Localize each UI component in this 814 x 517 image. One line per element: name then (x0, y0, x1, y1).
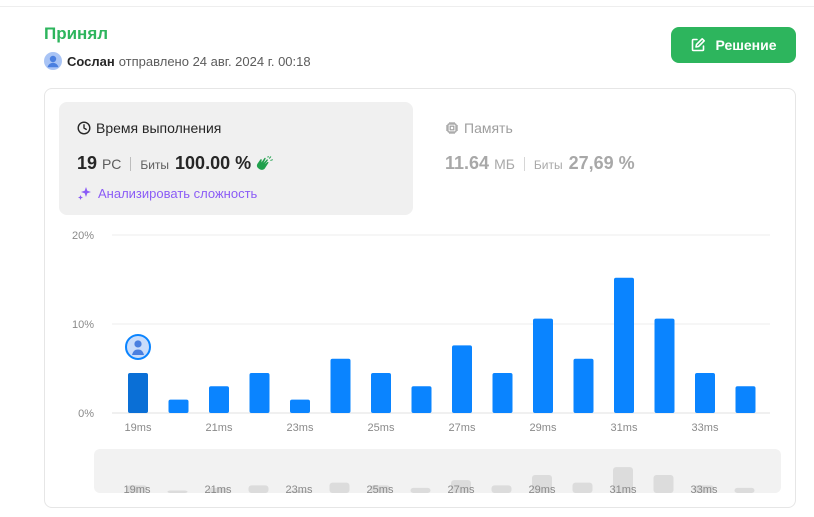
chart-bar[interactable] (209, 386, 229, 413)
runtime-value: 19 (77, 153, 98, 173)
chart-bar[interactable] (452, 345, 472, 413)
submitter-info: Сослан отправлено 24 авг. 2024 г. 00:18 (44, 52, 311, 70)
submitted-timestamp: отправлено 24 авг. 2024 г. 00:18 (118, 53, 311, 69)
chart-bar[interactable] (128, 372, 148, 413)
chart-bar[interactable] (573, 358, 594, 413)
memory-value: 11.64 (445, 153, 490, 173)
x-tick-label: 27ms (449, 422, 476, 434)
chart-bar[interactable] (695, 372, 715, 413)
chart-bar[interactable] (735, 386, 756, 413)
x-tick-label: 33ms (692, 422, 719, 434)
overview-x-tick-label: 21ms (205, 484, 232, 493)
y-tick-label: 0% (78, 408, 94, 420)
overview-bar (167, 490, 188, 493)
chart-bar[interactable] (614, 277, 634, 413)
overview-x-tick-label: 27ms (448, 484, 475, 493)
avatar-icon[interactable] (44, 52, 62, 70)
runtime-title: Время выполнения (96, 120, 222, 136)
memory-beats-value: 27,69 % (568, 153, 635, 173)
sparkle-icon (78, 187, 91, 200)
memory-beats-label: Биты (533, 158, 563, 172)
overview-bar (410, 487, 431, 493)
overview-bar (491, 485, 512, 493)
chart-bar[interactable] (371, 372, 391, 413)
memory-header[interactable]: Память (445, 120, 513, 136)
overview-x-tick-label: 29ms (529, 484, 556, 493)
chart-bar[interactable] (533, 318, 553, 413)
overview-x-tick-label: 31ms (610, 484, 637, 493)
submitter-username[interactable]: Сослан (67, 54, 115, 69)
memory-title: Память (464, 120, 513, 136)
chart-overview-brush[interactable]: 19ms 21ms 23ms 25ms 27ms 29ms 31ms 33ms (94, 449, 781, 493)
chart-bar[interactable] (330, 358, 351, 413)
runtime-header: Время выполнения (77, 120, 221, 136)
your-submission-avatar-icon[interactable] (125, 333, 151, 360)
overview-x-tick-label: 33ms (691, 484, 718, 493)
overview-x-tick-label: 19ms (124, 484, 151, 493)
overview-bar (734, 487, 755, 493)
overview-x-tick-label: 23ms (286, 484, 313, 493)
y-tick-label: 10% (72, 319, 94, 331)
memory-separator (523, 156, 525, 171)
clock-icon (77, 121, 91, 135)
y-tick-label: 20% (72, 230, 94, 242)
runtime-panel[interactable]: Время выполнения 19 РС Биты 100.00 % Ана… (59, 102, 413, 215)
runtime-values: 19 РС Биты 100.00 % (77, 153, 273, 174)
x-tick-label: 25ms (368, 422, 395, 434)
clap-hands-icon (257, 155, 273, 170)
chart-bar[interactable] (411, 386, 432, 413)
x-tick-label: 31ms (611, 422, 638, 434)
analyze-complexity-label: Анализировать сложность (98, 185, 258, 201)
x-tick-label: 19ms (125, 422, 152, 434)
submission-status: Принял (44, 24, 109, 43)
chart-bar[interactable] (654, 318, 675, 413)
solution-button-label: Решение (715, 37, 777, 53)
runtime-separator (130, 156, 132, 171)
runtime-unit: РС (102, 156, 122, 172)
memory-unit: МБ (494, 156, 515, 172)
overview-bar (653, 474, 674, 493)
chart-bar[interactable] (492, 372, 513, 413)
overview-x-tick-label: 25ms (367, 484, 394, 493)
chart-bar[interactable] (249, 372, 270, 413)
chart-bar[interactable] (168, 399, 189, 413)
overview-bar (248, 485, 269, 493)
top-divider (0, 6, 814, 7)
chip-icon (446, 122, 458, 134)
analyze-complexity-link[interactable]: Анализировать сложность (77, 185, 257, 201)
x-tick-label: 29ms (530, 422, 557, 434)
x-tick-label: 21ms (206, 422, 233, 434)
overview-chart[interactable]: 19ms 21ms 23ms 25ms 27ms 29ms 31ms 33ms (94, 449, 781, 493)
memory-values[interactable]: 11.64 МБ Биты 27,69 % (445, 153, 635, 174)
edit-icon (692, 38, 706, 52)
overview-bar (329, 482, 350, 493)
x-tick-label: 23ms (287, 422, 314, 434)
runtime-beats-label: Биты (140, 158, 170, 172)
overview-bar (572, 482, 593, 493)
runtime-beats-value: 100.00 % (175, 153, 252, 173)
chart-bar[interactable] (290, 399, 310, 413)
solution-button[interactable]: Решение (671, 27, 796, 63)
